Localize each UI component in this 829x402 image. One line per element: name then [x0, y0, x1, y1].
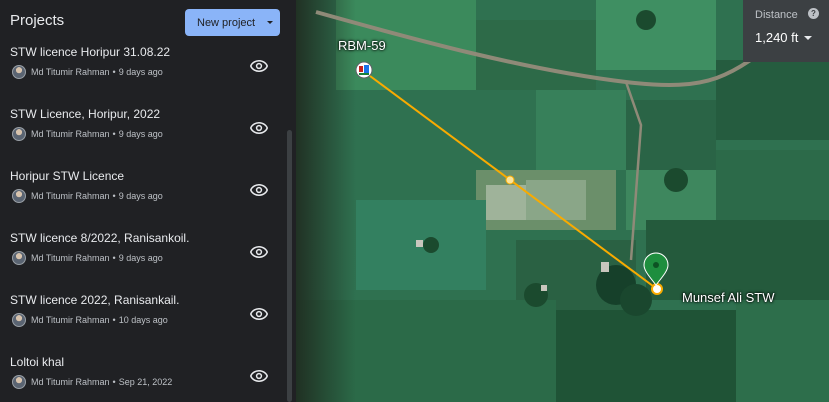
project-time: 9 days ago	[118, 129, 163, 139]
eye-icon[interactable]	[250, 183, 268, 197]
avatar	[12, 127, 26, 141]
meta-separator: •	[112, 315, 116, 325]
avatar	[12, 251, 26, 265]
project-author: Md Titumir Rahman	[31, 377, 110, 387]
caret-down-icon	[267, 21, 273, 24]
eye-icon[interactable]	[250, 59, 268, 73]
project-meta: Md Titumir Rahman • 9 days ago	[31, 67, 163, 77]
project-title: Horipur STW Licence	[10, 169, 125, 183]
project-item[interactable]: Horipur STW Licence Md Titumir Rahman • 9 …	[0, 162, 286, 224]
project-meta: Md Titumir Rahman • 9 days ago	[31, 191, 163, 201]
eye-icon[interactable]	[250, 121, 268, 135]
projects-title: Projects	[10, 12, 65, 29]
project-time: 9 days ago	[118, 67, 163, 77]
avatar	[12, 375, 26, 389]
distance-label: Distance	[755, 9, 798, 21]
project-item[interactable]: STW licence 8/2022, Ranisankoil. Md Titu…	[0, 224, 286, 286]
project-list: STW licence Horipur 31.08.22 Md Titumir …	[0, 38, 286, 402]
projects-sidebar: Projects New project STW licence Horipur…	[0, 0, 296, 402]
eye-icon[interactable]	[250, 307, 268, 321]
avatar	[12, 65, 26, 79]
project-author: Md Titumir Rahman	[31, 67, 110, 77]
new-project-label: New project	[197, 16, 256, 29]
project-item[interactable]: Loltoi khal Md Titumir Rahman • Sep 21, 20…	[0, 348, 286, 402]
eye-icon[interactable]	[250, 369, 268, 383]
end-point-label: Munsef Ali STW	[682, 290, 775, 305]
distance-panel: Distance ? 1,240 ft	[743, 0, 829, 62]
meta-separator: •	[112, 191, 116, 201]
project-time: 9 days ago	[118, 191, 163, 201]
endpoint-handle[interactable]	[651, 283, 663, 295]
avatar	[12, 189, 26, 203]
satellite-map[interactable]: RBM-59 Munsef Ali STW Distance ? 1,240 f…	[296, 0, 829, 402]
midpoint-handle[interactable]	[505, 175, 515, 185]
sidebar-scrollbar[interactable]	[287, 130, 292, 402]
distance-value[interactable]: 1,240 ft	[755, 30, 798, 45]
meta-separator: •	[112, 377, 116, 387]
project-time: 10 days ago	[118, 315, 168, 325]
project-title: STW Licence, Horipur, 2022	[10, 107, 161, 121]
project-author: Md Titumir Rahman	[31, 253, 110, 263]
avatar	[12, 313, 26, 327]
new-project-button[interactable]: New project	[185, 9, 280, 36]
project-item[interactable]: STW licence 2022, Ranisankail. Md Titumi…	[0, 286, 286, 348]
project-author: Md Titumir Rahman	[31, 191, 110, 201]
meta-separator: •	[112, 67, 116, 77]
project-title: STW licence 8/2022, Ranisankoil.	[10, 231, 190, 245]
project-meta: Md Titumir Rahman • 9 days ago	[31, 253, 163, 263]
project-author: Md Titumir Rahman	[31, 315, 110, 325]
project-title: STW licence Horipur 31.08.22	[10, 45, 171, 59]
project-title: Loltoi khal	[10, 355, 65, 369]
start-point-label: RBM-59	[338, 38, 386, 53]
project-time: 9 days ago	[118, 253, 163, 263]
project-meta: Md Titumir Rahman • Sep 21, 2022	[31, 377, 172, 387]
well-marker-icon[interactable]	[355, 61, 373, 79]
help-icon[interactable]: ?	[808, 8, 819, 19]
meta-separator: •	[112, 253, 116, 263]
project-meta: Md Titumir Rahman • 9 days ago	[31, 129, 163, 139]
project-item[interactable]: STW licence Horipur 31.08.22 Md Titumir …	[0, 38, 286, 100]
project-author: Md Titumir Rahman	[31, 129, 110, 139]
project-title: STW licence 2022, Ranisankail.	[10, 293, 180, 307]
eye-icon[interactable]	[250, 245, 268, 259]
meta-separator: •	[112, 129, 116, 139]
unit-dropdown-caret-icon[interactable]	[804, 36, 812, 40]
project-meta: Md Titumir Rahman • 10 days ago	[31, 315, 168, 325]
project-item[interactable]: STW Licence, Horipur, 2022 Md Titumir Ra…	[0, 100, 286, 162]
project-time: Sep 21, 2022	[118, 377, 173, 387]
